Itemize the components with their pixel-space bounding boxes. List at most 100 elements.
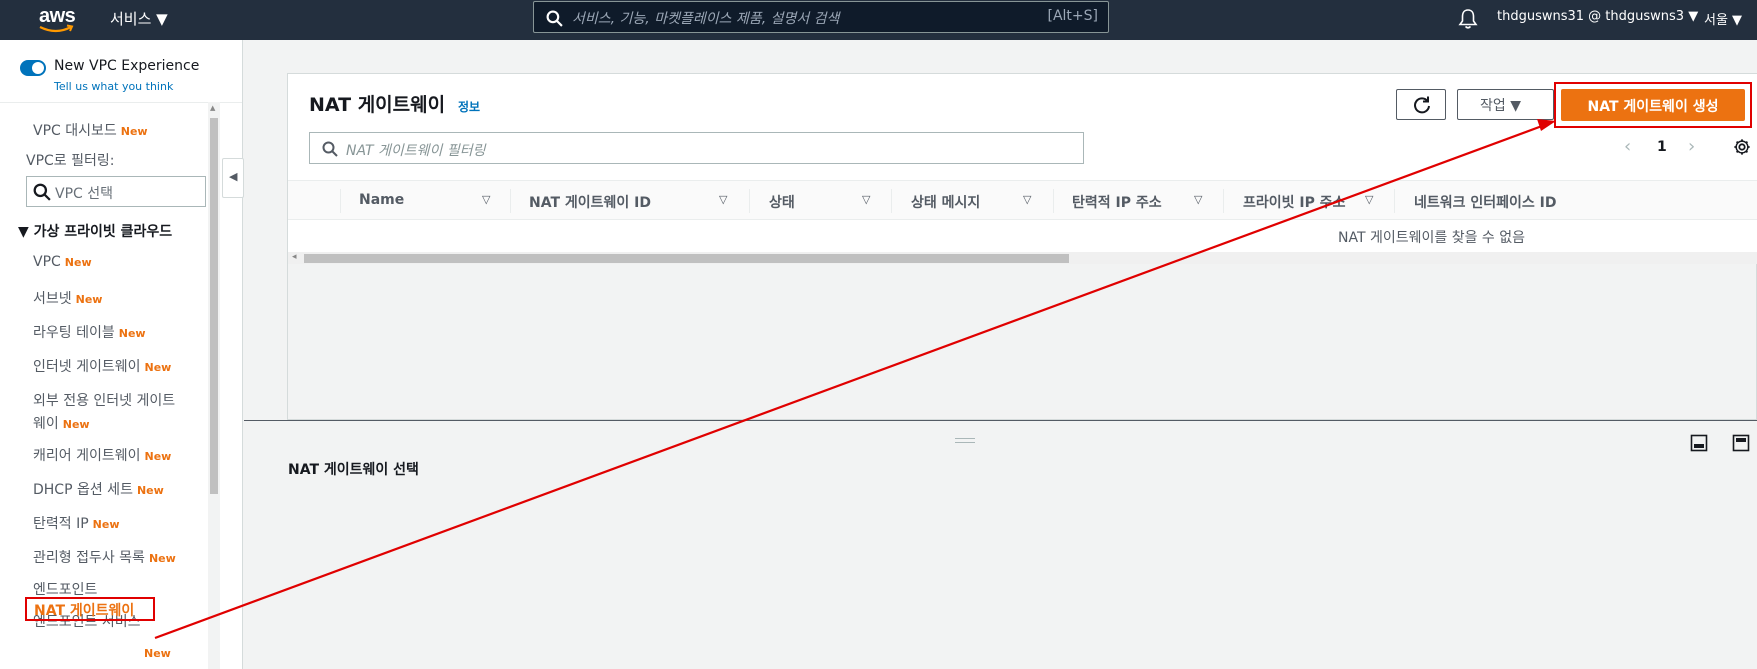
top-navigation-bar: aws 서비스 ▼ 서비스, 기능, 마켓플레이스 제품, 설명서 검색 [Al… bbox=[0, 0, 1757, 40]
new-vpc-experience-toggle[interactable] bbox=[20, 60, 46, 76]
sidebar-item-egress-only-internet-gateways[interactable]: 외부 전용 인터넷 게이트 웨이 New bbox=[33, 390, 175, 433]
sidebar-item-endpoints[interactable]: 엔드포인트 bbox=[33, 579, 97, 599]
aws-smile-icon bbox=[39, 24, 74, 33]
sidebar-item-label: 관리형 접두사 목록 bbox=[33, 550, 145, 566]
column-separator bbox=[510, 189, 511, 213]
sort-icon[interactable]: ▽ bbox=[862, 193, 870, 206]
horizontal-scroll-thumb[interactable] bbox=[304, 254, 1069, 263]
column-separator bbox=[340, 189, 341, 213]
page-number[interactable]: 1 bbox=[1657, 139, 1667, 155]
sidebar-scroll-thumb[interactable] bbox=[210, 118, 218, 494]
split-pane-grip[interactable] bbox=[955, 438, 975, 443]
section-virtual-private-cloud[interactable]: ▼ 가상 프라이빗 클라우드 bbox=[18, 221, 172, 241]
scroll-up-arrow[interactable]: ▲ bbox=[210, 104, 215, 112]
collapse-sidebar-button[interactable]: ◀ bbox=[222, 158, 244, 198]
chevron-left-icon: ◀ bbox=[229, 170, 238, 183]
global-search-input[interactable]: 서비스, 기능, 마켓플레이스 제품, 설명서 검색 [Alt+S] bbox=[533, 1, 1109, 33]
column-header-elastic-ip[interactable]: 탄력적 IP 주소 bbox=[1072, 192, 1162, 212]
column-separator bbox=[891, 189, 892, 213]
nat-gateway-filter-input[interactable]: NAT 게이트웨이 필터링 bbox=[309, 132, 1084, 164]
services-menu[interactable]: 서비스 ▼ bbox=[110, 8, 168, 29]
chevron-left-icon[interactable]: ‹ bbox=[1624, 136, 1631, 157]
refresh-icon bbox=[1414, 96, 1430, 114]
info-link[interactable]: 정보 bbox=[458, 98, 480, 115]
actions-label: 작업 ▼ bbox=[1480, 98, 1521, 114]
scroll-left-arrow[interactable]: ◂ bbox=[292, 252, 297, 262]
column-separator bbox=[749, 189, 750, 213]
account-menu[interactable]: thdguswns31 @ thdguswns3 ▼ bbox=[1497, 9, 1698, 24]
column-header-network-interface-id[interactable]: 네트워크 인터페이스 ID bbox=[1414, 192, 1557, 212]
detail-panel-title: NAT 게이트웨이 선택 bbox=[288, 462, 419, 478]
vpc-select-placeholder: VPC 선택 bbox=[55, 186, 114, 202]
table-body: NAT 게이트웨이를 찾을 수 없음 bbox=[288, 220, 1757, 252]
search-icon bbox=[546, 10, 563, 27]
sidebar-item-elastic-ips[interactable]: 탄력적 IP New bbox=[33, 513, 120, 533]
sidebar-item-managed-prefix-lists[interactable]: 관리형 접두사 목록 New bbox=[33, 547, 176, 567]
column-header-state[interactable]: 상태 bbox=[769, 192, 795, 212]
new-badge: New bbox=[64, 256, 92, 269]
sidebar-item-label: 외부 전용 인터넷 게이트 bbox=[33, 393, 176, 409]
filter-placeholder: NAT 게이트웨이 필터링 bbox=[346, 143, 486, 159]
column-header-private-ip[interactable]: 프라이빗 IP 주소 bbox=[1243, 192, 1346, 212]
search-icon bbox=[322, 141, 338, 157]
new-badge: New bbox=[75, 293, 103, 306]
bell-icon[interactable] bbox=[1458, 8, 1478, 30]
sidebar-item-vpc[interactable]: VPC New bbox=[33, 254, 92, 270]
nat-gateways-panel: NAT 게이트웨이 정보 작업 ▼ NAT 게이트웨이 생성 NAT 게이트웨이… bbox=[287, 73, 1757, 420]
sidebar-item-nat-gateways[interactable]: NAT 게이트웨이 bbox=[25, 597, 155, 621]
gear-icon[interactable] bbox=[1733, 138, 1751, 156]
new-badge: New bbox=[120, 125, 148, 138]
new-badge: New bbox=[92, 518, 120, 531]
sidebar-item-label: 캐리어 게이트웨이 bbox=[33, 448, 141, 464]
create-button-label: NAT 게이트웨이 생성 bbox=[1587, 99, 1719, 115]
sidebar-item-dhcp-options-sets[interactable]: DHCP 옵션 세트 New bbox=[33, 479, 164, 499]
page-title: NAT 게이트웨이 bbox=[309, 94, 446, 116]
active-item-new-badge-wrap: New bbox=[140, 645, 171, 661]
search-placeholder: 서비스, 기능, 마켓플레이스 제품, 설명서 검색 bbox=[572, 11, 840, 27]
table-horizontal-scrollbar[interactable]: ◂ bbox=[288, 252, 1757, 264]
vpc-sidebar: New VPC Experience Tell us what you thin… bbox=[0, 40, 243, 669]
new-badge: New bbox=[148, 552, 176, 565]
column-header-nat-gateway-id[interactable]: NAT 게이트웨이 ID bbox=[529, 192, 651, 212]
vpc-select-input[interactable]: VPC 선택 bbox=[26, 176, 206, 207]
new-badge: New bbox=[144, 647, 171, 660]
column-separator bbox=[1053, 189, 1054, 213]
sidebar-item-label: 서브넷 bbox=[33, 291, 72, 307]
actions-dropdown[interactable]: 작업 ▼ bbox=[1457, 89, 1554, 120]
sort-icon[interactable]: ▽ bbox=[482, 193, 490, 206]
new-badge: New bbox=[118, 327, 146, 340]
panel-split-side-icon[interactable] bbox=[1732, 434, 1750, 452]
feedback-link[interactable]: Tell us what you think bbox=[54, 80, 173, 93]
sort-icon[interactable]: ▽ bbox=[719, 193, 727, 206]
sidebar-item-carrier-gateways[interactable]: 캐리어 게이트웨이 New bbox=[33, 445, 171, 465]
split-pane-divider[interactable] bbox=[244, 420, 1757, 421]
table-header: Name ▽ NAT 게이트웨이 ID ▽ 상태 ▽ 상태 메시지 ▽ 탄력적 … bbox=[288, 180, 1757, 220]
sidebar-item-route-tables[interactable]: 라우팅 테이블 New bbox=[33, 322, 146, 342]
sort-icon[interactable]: ▽ bbox=[1365, 193, 1373, 206]
chevron-right-icon[interactable]: › bbox=[1688, 136, 1695, 157]
new-badge: New bbox=[144, 450, 172, 463]
sidebar-item-label: 인터넷 게이트웨이 bbox=[33, 359, 141, 375]
sidebar-item-vpc-dashboard[interactable]: VPC 대시보드 New bbox=[33, 120, 148, 140]
create-button-highlight: NAT 게이트웨이 생성 bbox=[1554, 82, 1752, 128]
sidebar-item-label: 엔드포인트 bbox=[33, 582, 98, 598]
sidebar-item-label: 라우팅 테이블 bbox=[33, 325, 115, 341]
column-header-state-message[interactable]: 상태 메시지 bbox=[911, 192, 980, 212]
sort-icon[interactable]: ▽ bbox=[1023, 193, 1031, 206]
empty-state-text: NAT 게이트웨이를 찾을 수 없음 bbox=[1338, 230, 1525, 246]
sidebar-item-internet-gateways[interactable]: 인터넷 게이트웨이 New bbox=[33, 356, 171, 376]
aws-logo[interactable]: aws bbox=[36, 4, 80, 36]
sidebar-item-label: VPC 대시보드 bbox=[33, 123, 117, 139]
panel-header: NAT 게이트웨이 정보 작업 ▼ NAT 게이트웨이 생성 NAT 게이트웨이… bbox=[288, 74, 1757, 180]
column-separator bbox=[1223, 189, 1224, 213]
panel-split-bottom-icon[interactable] bbox=[1690, 434, 1708, 452]
region-menu[interactable]: 서울 ▼ bbox=[1704, 9, 1742, 28]
new-badge: New bbox=[62, 418, 90, 431]
sort-icon[interactable]: ▽ bbox=[1194, 193, 1202, 206]
sidebar-item-subnets[interactable]: 서브넷 New bbox=[33, 288, 102, 308]
new-badge: New bbox=[136, 484, 164, 497]
search-shortcut: [Alt+S] bbox=[1047, 8, 1099, 24]
column-header-name[interactable]: Name bbox=[359, 192, 404, 208]
create-nat-gateway-button[interactable]: NAT 게이트웨이 생성 bbox=[1561, 89, 1745, 121]
refresh-button[interactable] bbox=[1396, 89, 1446, 120]
